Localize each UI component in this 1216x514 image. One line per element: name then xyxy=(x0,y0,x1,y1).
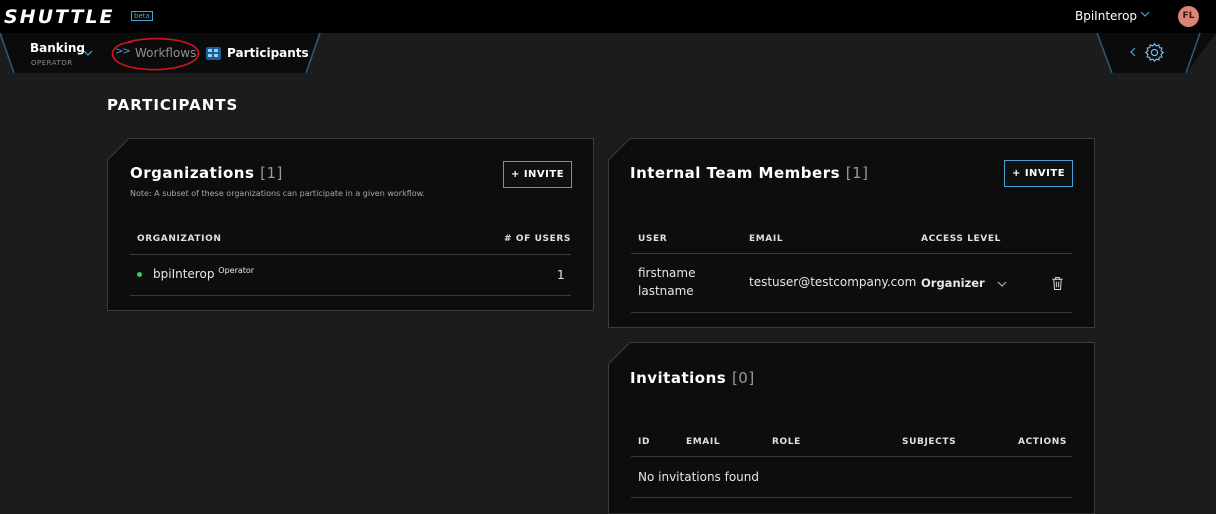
invitations-title: Invitations [0] xyxy=(630,369,755,387)
team-members-title: Internal Team Members [1] xyxy=(630,164,869,182)
participants-icon xyxy=(206,47,221,60)
invite-member-button[interactable]: + INVITE xyxy=(1004,160,1073,187)
column-header-role: ROLE xyxy=(772,437,801,447)
column-header-email: EMAIL xyxy=(749,234,784,244)
chevron-down-icon[interactable] xyxy=(996,278,1008,290)
beta-badge: beta xyxy=(131,11,153,21)
gear-icon[interactable] xyxy=(1144,42,1165,63)
organization-role: Operator xyxy=(218,266,255,275)
trash-icon[interactable] xyxy=(1051,276,1064,291)
column-header-users: # OF USERS xyxy=(504,234,571,244)
member-last-name: lastname xyxy=(638,284,694,298)
column-header-email: EMAIL xyxy=(686,437,721,447)
chevron-down-icon[interactable] xyxy=(1139,8,1151,20)
workspace-role: OPERATOR xyxy=(31,59,73,67)
empty-state-message: No invitations found xyxy=(638,470,760,484)
organizations-card: Organizations [1] Note: A subset of thes… xyxy=(107,138,594,311)
divider xyxy=(631,456,1072,457)
workspace-bar: Banking OPERATOR >> Workflows Participan… xyxy=(0,33,1216,73)
breadcrumb-current: Participants xyxy=(227,46,309,60)
organization-name: bpiInterop xyxy=(153,267,215,281)
user-menu-name[interactable]: BpiInterop xyxy=(1075,9,1137,23)
team-members-card: Internal Team Members [1] + INVITE USER … xyxy=(608,138,1095,328)
organization-user-count: 1 xyxy=(557,268,565,282)
organizations-count: [1] xyxy=(260,164,283,182)
chevron-left-icon[interactable] xyxy=(1128,45,1138,59)
page-title: PARTICIPANTS xyxy=(107,96,239,114)
red-annotation-circle xyxy=(111,37,200,71)
team-members-count: [1] xyxy=(845,164,869,182)
divider xyxy=(631,253,1072,254)
access-level-select[interactable]: Organizer xyxy=(921,276,985,290)
top-bar: SHUTTLE beta BpiInterop FL xyxy=(0,0,1216,33)
app-logo[interactable]: SHUTTLE xyxy=(4,6,114,28)
avatar[interactable]: FL xyxy=(1178,6,1199,27)
divider xyxy=(631,497,1072,498)
organizations-title: Organizations [1] xyxy=(130,164,283,182)
workspace-name[interactable]: Banking xyxy=(30,41,85,55)
column-header-organization: ORGANIZATION xyxy=(137,234,222,244)
divider xyxy=(631,312,1072,313)
invitations-count: [0] xyxy=(731,369,755,387)
member-email: testuser@testcompany.com xyxy=(749,275,917,289)
member-first-name: firstname xyxy=(638,266,696,280)
invitations-card: Invitations [0] ID EMAIL ROLE SUBJECTS A… xyxy=(608,342,1095,514)
organizations-title-text: Organizations xyxy=(130,164,255,182)
chevron-down-icon[interactable] xyxy=(82,47,94,59)
divider xyxy=(130,295,571,296)
status-dot xyxy=(137,272,142,277)
invite-organization-button[interactable]: + INVITE xyxy=(503,161,572,188)
divider xyxy=(130,254,571,255)
column-header-user: USER xyxy=(638,234,668,244)
column-header-subjects: SUBJECTS xyxy=(902,437,957,447)
organizations-note: Note: A subset of these organizations ca… xyxy=(130,189,425,198)
team-members-title-text: Internal Team Members xyxy=(630,164,841,182)
column-header-id: ID xyxy=(638,437,651,447)
column-header-actions: ACTIONS xyxy=(1018,437,1067,447)
table-row[interactable]: bpiInterop Operator xyxy=(153,266,254,281)
invitations-title-text: Invitations xyxy=(630,369,727,387)
column-header-access-level: ACCESS LEVEL xyxy=(921,234,1001,244)
card-frame xyxy=(608,342,1095,514)
